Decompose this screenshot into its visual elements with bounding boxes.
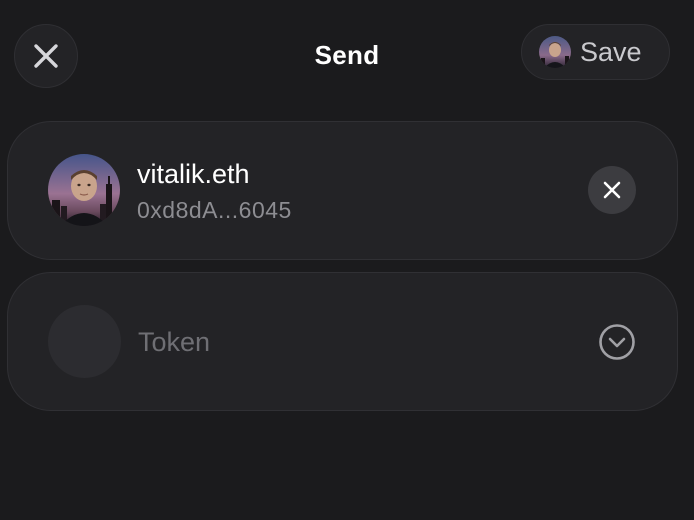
recipient-card[interactable]: vitalik.eth 0xd8dA...6045 xyxy=(7,121,678,260)
token-dropdown-button[interactable] xyxy=(598,323,636,361)
clear-recipient-button[interactable] xyxy=(588,166,636,214)
close-icon xyxy=(603,181,621,199)
token-label: Token xyxy=(138,327,211,357)
chevron-down-circle-icon xyxy=(599,324,635,360)
header: Send Save xyxy=(0,0,694,112)
recipient-address: 0xd8dA...6045 xyxy=(137,197,292,223)
recipient-avatar xyxy=(48,154,120,226)
token-placeholder-icon xyxy=(48,305,121,378)
avatar xyxy=(539,36,571,68)
save-button[interactable]: Save xyxy=(521,24,670,80)
recipient-name: vitalik.eth xyxy=(137,159,250,189)
save-label: Save xyxy=(580,36,642,67)
token-selector[interactable]: Token xyxy=(7,272,678,411)
